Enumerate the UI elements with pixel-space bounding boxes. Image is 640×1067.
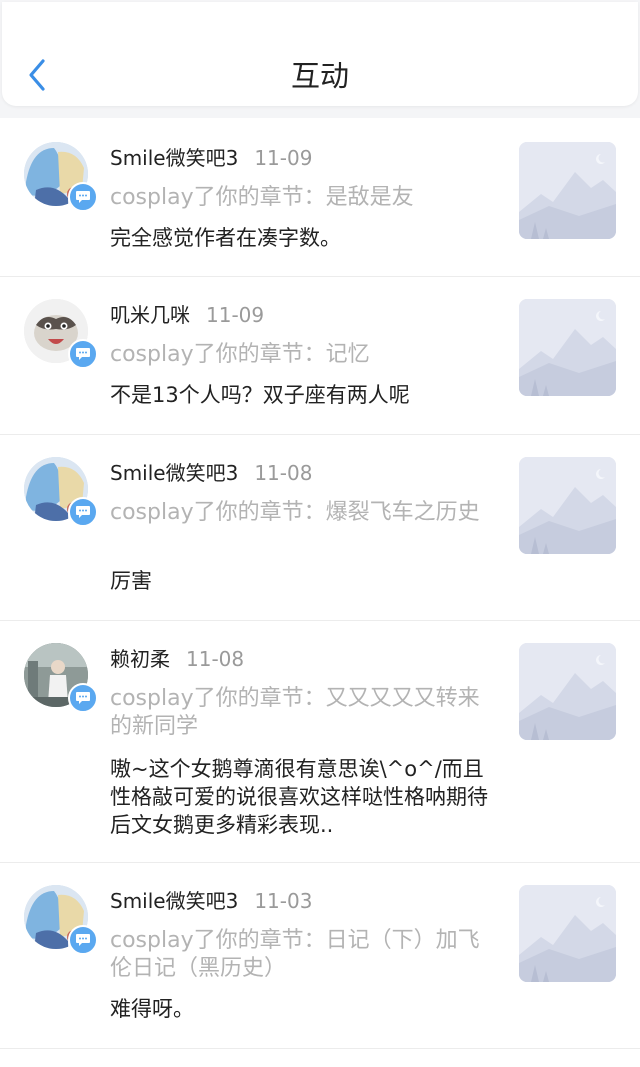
username[interactable]: Smile微笑吧3 (110, 889, 238, 913)
item-header: Smile微笑吧3 11-09 (110, 143, 312, 173)
item-header: Smile微笑吧3 11-08 (110, 458, 312, 488)
comment-badge-icon (68, 182, 98, 212)
chapter-thumbnail[interactable] (519, 457, 616, 554)
timestamp: 11-09 (254, 146, 313, 170)
item-header: 赖初柔 11-08 (110, 644, 244, 674)
comment-badge-icon (68, 339, 98, 369)
chapter-thumbnail[interactable] (519, 142, 616, 239)
chapter-thumbnail[interactable] (519, 885, 616, 982)
comment-text: 完全感觉作者在凑字数。 (110, 226, 341, 250)
timestamp: 11-09 (206, 303, 265, 327)
interaction-list: Smile微笑吧3 11-09 cosplay了你的章节：是敌是友 完全感觉作者在… (0, 118, 640, 1067)
list-item[interactable]: Smile微笑吧3 11-08 cosplay了你的章节：爆裂飞车之历史 厉害 (0, 435, 640, 621)
timestamp: 11-03 (254, 889, 313, 913)
comment-text: 难得呀。 (110, 997, 194, 1021)
item-header: Smile微笑吧3 11-03 (110, 886, 312, 916)
page-title: 互动 (290, 59, 349, 93)
chapter-thumbnail[interactable] (519, 299, 616, 396)
username[interactable]: Smile微笑吧3 (110, 146, 238, 170)
comment-badge-icon (68, 683, 98, 713)
comment-badge-icon (68, 497, 98, 527)
comment-text: 嗷~这个女鹅尊滴很有意思诶\^o^/而且性格敲可爱的说很喜欢这样哒性格呐期待后文… (110, 757, 488, 837)
username[interactable]: 赖初柔 (110, 647, 170, 671)
chapter-ref[interactable]: cosplay了你的章节：又又又又又转来的新同学 (110, 685, 488, 741)
list-item[interactable]: Smile微笑吧3 11-03 cosplay了你的章节：日记（下）加飞伦日记（黑… (0, 863, 640, 1049)
chapter-ref[interactable]: cosplay了你的章节：是敌是友 (110, 184, 488, 212)
comment-badge-icon (68, 925, 98, 955)
username[interactable]: 叽米几咪 (110, 303, 190, 327)
item-header: 叽米几咪 11-09 (110, 300, 264, 330)
comment-text: 厉害 (110, 569, 152, 593)
timestamp: 11-08 (254, 461, 313, 485)
chapter-thumbnail[interactable] (519, 643, 616, 740)
username[interactable]: Smile微笑吧3 (110, 461, 238, 485)
chapter-ref[interactable]: cosplay了你的章节：记忆 (110, 341, 488, 369)
comment-text: 不是13个人吗？双子座有两人呢 (110, 383, 410, 407)
list-item[interactable]: 叽米几咪 11-09 cosplay了你的章节：记忆 不是13个人吗？双子座有两人… (0, 277, 640, 435)
chapter-ref[interactable]: cosplay了你的章节：爆裂飞车之历史 (110, 499, 488, 527)
list-item[interactable]: Smile微笑吧3 11-09 cosplay了你的章节：是敌是友 完全感觉作者在… (0, 118, 640, 277)
list-item[interactable]: 赖初柔 11-08 cosplay了你的章节：又又又又又转来的新同学 嗷~这个女鹅… (0, 621, 640, 863)
timestamp: 11-08 (186, 647, 245, 671)
chapter-ref[interactable]: cosplay了你的章节：日记（下）加飞伦日记（黑历史） (110, 927, 488, 983)
top-bar: 互动 (2, 2, 638, 106)
